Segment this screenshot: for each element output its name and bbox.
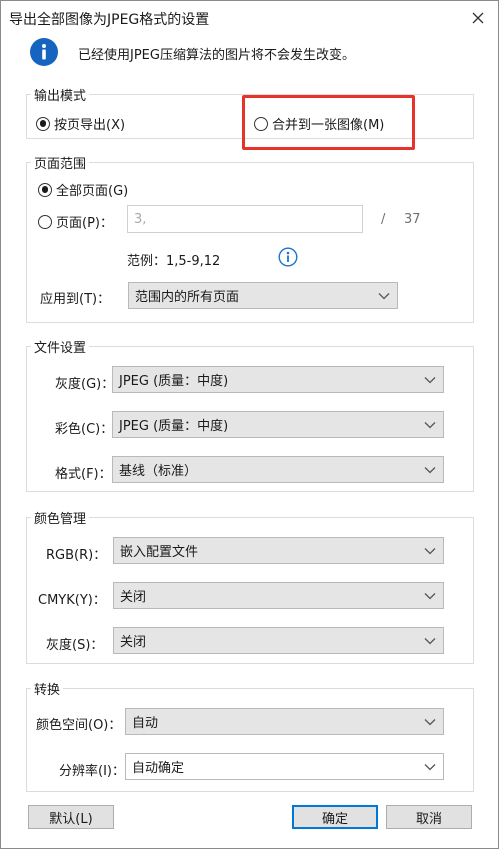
gray-profile-select[interactable]: 关闭 — [113, 627, 444, 654]
format-label: 格式(F)： — [55, 467, 112, 482]
resolution-value: 自动确定 — [132, 761, 185, 776]
export-jpeg-dialog: 导出全部图像为JPEG格式的设置 已经使用JPEG压缩算法的图片将不会发生改变。… — [0, 0, 499, 849]
chevron-down-icon — [424, 718, 436, 725]
chevron-down-icon — [424, 376, 436, 383]
pages-input[interactable]: 3, — [127, 205, 363, 233]
conversion-title: 转换 — [31, 679, 64, 698]
gray-profile-value: 关闭 — [120, 635, 147, 650]
info-text: 已经使用JPEG压缩算法的图片将不会发生改变。 — [78, 48, 355, 63]
chevron-down-icon — [424, 763, 436, 770]
radio-pages[interactable]: 页面(P)： — [38, 212, 113, 231]
page-range-title: 页面范围 — [31, 153, 90, 172]
radio-export-by-page-label: 按页导出(X) — [54, 118, 126, 133]
colorspace-select[interactable]: 自动 — [125, 708, 444, 735]
radio-export-by-page[interactable]: 按页导出(X) — [36, 114, 125, 133]
gray-select[interactable]: JPEG (质量：中度) — [112, 366, 444, 393]
cmyk-value: 关闭 — [120, 590, 147, 605]
cmyk-select[interactable]: 关闭 — [113, 582, 444, 609]
chevron-down-icon — [424, 592, 436, 599]
chevron-down-icon — [424, 637, 436, 644]
file-settings-title: 文件设置 — [31, 337, 90, 356]
default-button[interactable]: 默认(L) — [28, 805, 114, 829]
color-label: 彩色(C)： — [55, 422, 114, 437]
page-range-example: 范例：1,5-9,12 — [127, 254, 221, 269]
apply-to-value: 范围内的所有页面 — [135, 290, 240, 305]
color-select[interactable]: JPEG (质量：中度) — [112, 411, 444, 438]
title-bar: 导出全部图像为JPEG格式的设置 — [0, 0, 499, 36]
rgb-select[interactable]: 嵌入配置文件 — [113, 537, 444, 564]
rgb-label: RGB(R)： — [46, 548, 107, 563]
annotation-highlight-box — [242, 95, 415, 150]
close-button[interactable] — [463, 4, 493, 32]
colorspace-value: 自动 — [132, 716, 159, 731]
format-value: 基线（标准） — [119, 464, 198, 479]
radio-indicator — [38, 214, 52, 229]
gray-label: 灰度(G)： — [55, 377, 115, 392]
chevron-down-icon — [424, 421, 436, 428]
chevron-down-icon — [378, 292, 390, 299]
resolution-select[interactable]: 自动确定 — [125, 753, 444, 780]
cancel-button[interactable]: 取消 — [386, 805, 472, 829]
radio-all-pages-label: 全部页面(G) — [56, 184, 129, 199]
info-icon — [30, 38, 58, 66]
resolution-label: 分辨率(I)： — [59, 764, 125, 779]
apply-to-select[interactable]: 范围内的所有页面 — [128, 282, 398, 309]
color-value: JPEG (质量：中度) — [119, 419, 229, 434]
radio-indicator — [36, 116, 50, 131]
gray-profile-label: 灰度(S)： — [46, 638, 104, 653]
chevron-down-icon — [424, 547, 436, 554]
page-separator: / — [381, 212, 386, 227]
radio-indicator — [38, 182, 52, 197]
cmyk-label: CMYK(Y)： — [38, 593, 106, 608]
rgb-value: 嵌入配置文件 — [120, 545, 199, 560]
chevron-down-icon — [424, 466, 436, 473]
color-management-title: 颜色管理 — [31, 508, 90, 527]
ok-button[interactable]: 确定 — [292, 805, 378, 829]
colorspace-label: 颜色空间(O)： — [36, 718, 122, 733]
format-select[interactable]: 基线（标准） — [112, 456, 444, 483]
radio-all-pages[interactable]: 全部页面(G) — [38, 180, 128, 199]
info-circle-icon[interactable] — [278, 247, 298, 267]
gray-value: JPEG (质量：中度) — [119, 374, 229, 389]
close-icon — [472, 12, 484, 24]
radio-pages-label: 页面(P)： — [56, 216, 113, 231]
apply-to-label: 应用到(T)： — [40, 292, 111, 307]
output-mode-title: 输出模式 — [31, 85, 90, 104]
total-pages: 37 — [404, 212, 421, 227]
window-title: 导出全部图像为JPEG格式的设置 — [9, 12, 210, 28]
